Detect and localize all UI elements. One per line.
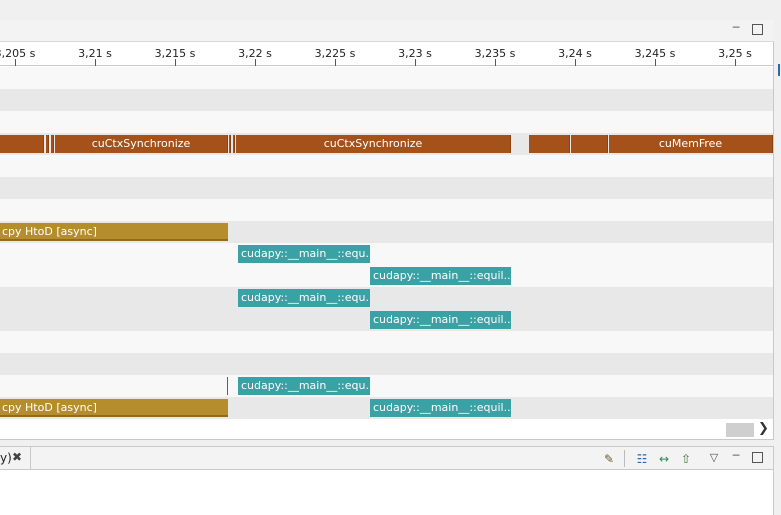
export-icon[interactable]: ⇧ [678,451,694,467]
minimize-icon[interactable]: ─ [730,450,742,462]
api-segment[interactable] [233,135,235,153]
timeline-row-memcpy: cpy HtoD [async] cudapy::__main__::equil… [0,397,773,419]
timeline-row [0,67,773,89]
kernel-segment[interactable]: cudapy::__main__::equ... [238,377,370,395]
api-segment[interactable] [571,135,608,153]
kernel-segment[interactable]: cudapy::__main__::equ... [238,245,370,263]
kernel-segment[interactable]: cudapy::__main__::equ... [238,289,370,307]
api-segment[interactable] [529,135,570,153]
api-segment[interactable]: cuCtxSynchronize [236,135,511,153]
minimize-icon[interactable]: ─ [730,22,742,34]
marker-line [227,377,228,395]
kernel-segment[interactable]: cudapy::__main__::equil... [370,399,511,417]
view-tab-label[interactable]: y) [0,451,12,465]
zoom-icon[interactable]: ↔ [656,451,672,467]
timeline-row-api: cuCtxSynchronize cuCtxSynchronize cuMemF… [0,133,773,155]
timeline-row-kernel: cudapy::__main__::equil... [0,265,773,287]
api-segment[interactable] [46,135,49,153]
api-segment[interactable]: cuMemFree [609,135,773,153]
bottom-view-body [0,470,774,515]
kernel-segment[interactable]: cudapy::__main__::equil... [370,311,511,329]
kernel-segment[interactable]: cudapy::__main__::equil... [370,267,511,285]
timeline-row [0,353,773,375]
tree-icon[interactable]: ☷ [634,451,650,467]
api-segment[interactable] [0,135,44,153]
timeline-row [0,199,773,221]
bottom-view-tabs: y) ✖ ✎ ☷ ↔ ⇧ ▽ ─ [0,446,774,470]
timeline-row-kernel: cudapy::__main__::equil... [0,309,773,331]
scrollbar-thumb[interactable] [726,423,754,437]
timeline-row [0,177,773,199]
timeline-row-kernel: cudapy::__main__::equ... [0,287,773,309]
vertical-scroll-edge [774,42,781,442]
api-segment[interactable] [51,135,54,153]
memcpy-segment[interactable]: cpy HtoD [async] [0,399,228,417]
top-bar [0,0,781,20]
view-menu-icon[interactable]: ▽ [708,452,720,464]
timeline-row-kernel: cudapy::__main__::equ... [0,375,773,397]
api-segment[interactable] [229,135,231,153]
maximize-icon[interactable] [752,452,763,463]
timeline-row-memcpy: cpy HtoD [async] [0,221,773,243]
scroll-right-icon[interactable]: ❯ [758,421,769,436]
horizontal-scrollbar[interactable]: ❯ [0,421,773,439]
maximize-icon[interactable] [752,24,763,35]
time-ruler: 3,205 s 3,21 s 3,215 s 3,22 s 3,225 s 3,… [0,42,773,66]
timeline-row [0,155,773,177]
close-icon[interactable]: ✖ [12,450,22,464]
timeline-row [0,331,773,353]
timeline-row [0,89,773,111]
api-segment[interactable]: cuCtxSynchronize [55,135,228,153]
memcpy-segment[interactable]: cpy HtoD [async] [0,223,228,241]
timeline-row [0,111,773,133]
brush-icon[interactable]: ✎ [601,451,617,467]
timeline-panel-header: ─ [0,20,774,42]
gap [512,135,529,153]
timeline-row-kernel: cudapy::__main__::equ... [0,243,773,265]
